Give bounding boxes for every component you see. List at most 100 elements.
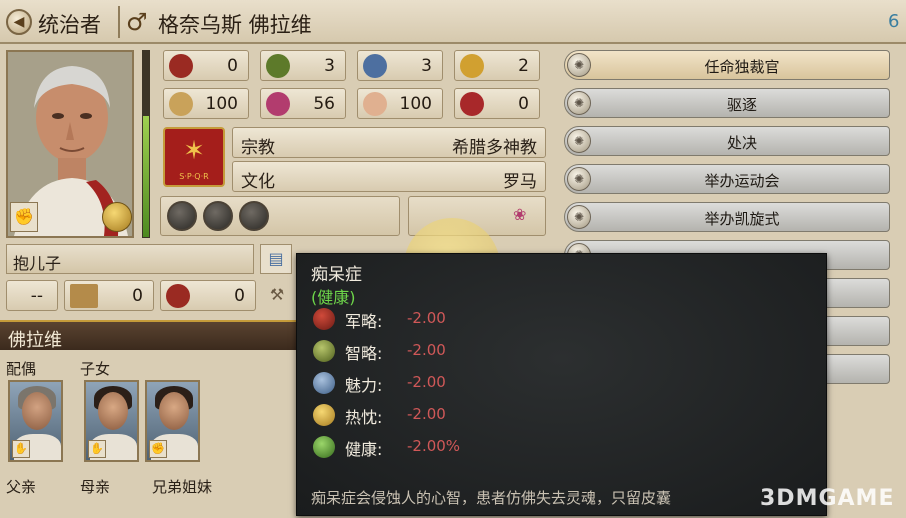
stat-corruption[interactable]: 0 xyxy=(454,88,540,119)
ruler-tab-label[interactable]: 统治者 xyxy=(38,9,101,39)
spqr-emblem: ✶ S·P·Q·R xyxy=(163,127,225,187)
eagle-icon: ✶ xyxy=(183,136,205,166)
modifier-name: 健康: xyxy=(345,440,383,459)
counter-value: 0 xyxy=(234,286,245,306)
stat-value: 3 xyxy=(324,56,335,76)
tooltip-subtitle: (健康) xyxy=(311,288,356,307)
execute-button[interactable]: ✺ 处决 xyxy=(564,126,890,156)
action-label: 举办运动会 xyxy=(704,172,780,190)
spectacles-trait-icon[interactable] xyxy=(167,201,197,231)
modifier-name: 军略: xyxy=(345,312,383,331)
male-gender-icon: ♂ xyxy=(126,8,148,36)
character-name: 格奈乌斯 佛拉维 xyxy=(158,13,312,37)
exile-button[interactable]: ✺ 驱逐 xyxy=(564,88,890,118)
children-label: 子女 xyxy=(80,360,111,378)
counter-aqueduct[interactable]: 0 xyxy=(64,280,154,311)
counter-value: 0 xyxy=(132,286,143,306)
action-label: 任命独裁官 xyxy=(704,58,780,76)
bust-trait-icon[interactable] xyxy=(203,201,233,231)
counter-chariot[interactable]: 0 xyxy=(160,280,256,311)
modifier-value: -2.00 xyxy=(407,373,446,391)
religion-value: 希腊多神教 xyxy=(452,138,537,158)
spouse-portrait[interactable]: ✋ xyxy=(8,380,63,462)
child-portrait[interactable]: ✊ xyxy=(145,380,200,462)
action-icon: ✺ xyxy=(567,205,591,229)
sun-icon xyxy=(313,404,335,426)
culture-value: 罗马 xyxy=(503,172,537,192)
back-button[interactable]: ◀ xyxy=(6,9,32,35)
stat-value: 3 xyxy=(421,56,432,76)
laurel-icon xyxy=(266,54,290,78)
hold-triumph-button[interactable]: ✺ 举办凯旋式 xyxy=(564,202,890,232)
modifier-value: -2.00 xyxy=(407,405,446,423)
helmet-icon xyxy=(169,54,193,78)
modifier-name: 热忱: xyxy=(345,408,383,427)
stat-value: 2 xyxy=(518,56,529,76)
child-portrait[interactable]: ✋ xyxy=(84,380,139,462)
gesture-badge-icon: ✊ xyxy=(149,440,167,458)
stat-cunning[interactable]: 3 xyxy=(260,50,346,81)
stat-value: 56 xyxy=(313,94,335,114)
stat-popularity[interactable]: 56 xyxy=(260,88,346,119)
hand-icon xyxy=(363,92,387,116)
action-icon: ✺ xyxy=(567,167,591,191)
laurel-icon xyxy=(313,340,335,362)
hand-badge-icon: ✋ xyxy=(12,440,30,458)
dagger-icon xyxy=(460,92,484,116)
book-button[interactable]: ▤ xyxy=(260,244,292,274)
action-label: 举办凯旋式 xyxy=(704,210,780,228)
religion-label: 宗教 xyxy=(241,138,275,158)
stat-military[interactable]: 0 xyxy=(163,50,249,81)
sponge-trait-icon[interactable] xyxy=(239,201,269,231)
loyalty-bar-fill xyxy=(143,116,149,237)
gold-coin-icon xyxy=(102,202,132,232)
helmet-icon xyxy=(313,308,335,330)
scroll-icon xyxy=(363,54,387,78)
culture-label: 文化 xyxy=(241,172,275,192)
counter-empty: -- xyxy=(6,280,58,311)
stat-value: 100 xyxy=(205,94,238,114)
hand-badge-icon: ✋ xyxy=(88,440,106,458)
flower-icon[interactable]: ❀ xyxy=(513,205,526,224)
action-label: 驱逐 xyxy=(726,96,757,114)
religion-row[interactable]: 宗教 希腊多神教 xyxy=(232,127,546,158)
aqueduct-icon xyxy=(70,284,98,308)
appoint-dictator-button[interactable]: ✺ 任命独裁官 xyxy=(564,50,890,80)
action-label: 处决 xyxy=(726,134,757,152)
stat-value: 100 xyxy=(399,94,432,114)
gesture-icon: ✊ xyxy=(14,207,34,226)
laurel-heart-icon xyxy=(313,436,335,458)
emblem-text: S·P·Q·R xyxy=(179,172,209,181)
counter-value: -- xyxy=(30,286,43,306)
modifier-value: -2.00 xyxy=(407,309,446,327)
modifier-name: 智略: xyxy=(345,344,383,363)
modifier-name: 魅力: xyxy=(345,376,383,395)
sun-icon xyxy=(460,54,484,78)
family-section-header: 佛拉维 xyxy=(0,320,310,351)
father-label: 父亲 xyxy=(6,478,37,496)
adopt-son-field[interactable]: 抱儿子 xyxy=(6,244,254,274)
hammer-icon[interactable]: ⚒ xyxy=(262,282,292,310)
hold-games-button[interactable]: ✺ 举办运动会 xyxy=(564,164,890,194)
modifier-value: -2.00% xyxy=(407,437,461,455)
chariot-icon xyxy=(166,284,190,308)
siblings-label: 兄弟姐妹 xyxy=(152,478,213,496)
culture-row[interactable]: 文化 罗马 xyxy=(232,161,546,192)
stat-loyalty[interactable]: 100 xyxy=(163,88,249,119)
adopt-son-label: 抱儿子 xyxy=(13,254,62,273)
stat-value: 0 xyxy=(518,94,529,114)
tooltip-title: 痴呆症 xyxy=(311,265,362,285)
stat-fertility[interactable]: 100 xyxy=(357,88,443,119)
trait-tooltip: 痴呆症 (健康) 军略: -2.00 智略: -2.00 魅力: -2.00 热… xyxy=(296,253,827,516)
horseshoe-icon xyxy=(169,92,193,116)
tooltip-description: 痴呆症会侵蚀人的心智，患者仿佛失去灵魂，只留皮囊 xyxy=(311,489,672,507)
trait-badge[interactable]: ✊ xyxy=(10,202,38,232)
modifier-value: -2.00 xyxy=(407,341,446,359)
mother-label: 母亲 xyxy=(80,478,111,496)
header-divider xyxy=(118,6,120,38)
traits-row xyxy=(160,196,400,236)
action-icon: ✺ xyxy=(567,91,591,115)
character-portrait[interactable]: ✊ xyxy=(6,50,134,238)
stat-zeal[interactable]: 2 xyxy=(454,50,540,81)
stat-charisma[interactable]: 3 xyxy=(357,50,443,81)
